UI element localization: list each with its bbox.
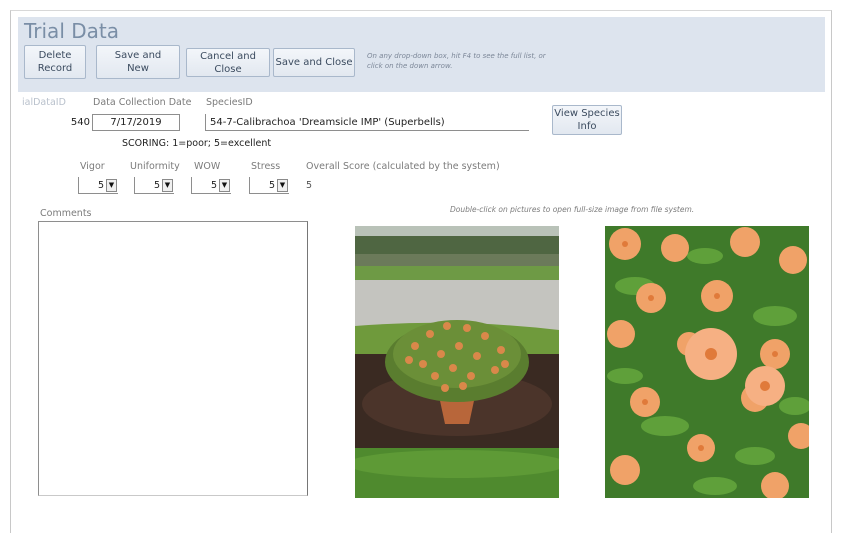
- plant-photo-potted[interactable]: [355, 226, 559, 498]
- species-label: SpeciesID: [206, 97, 253, 108]
- comments-label: Comments: [40, 208, 92, 219]
- chevron-down-icon[interactable]: ▼: [106, 178, 117, 192]
- chevron-down-icon[interactable]: ▼: [277, 178, 288, 192]
- overall-score-label: Overall Score (calculated by the system): [306, 161, 500, 172]
- vigor-label: Vigor: [80, 161, 105, 172]
- stress-dropdown[interactable]: 5 ▼: [249, 177, 289, 194]
- cancel-and-close-button[interactable]: Cancel and Close: [186, 48, 270, 77]
- trial-id-field[interactable]: 540: [40, 114, 92, 131]
- vigor-dropdown[interactable]: 5 ▼: [78, 177, 118, 194]
- wow-value: 5: [210, 179, 217, 191]
- overall-score-value: 5: [306, 180, 313, 191]
- save-and-new-button[interactable]: Save and New: [96, 45, 180, 79]
- delete-record-button[interactable]: Delete Record: [24, 45, 86, 79]
- stress-label: Stress: [251, 161, 281, 172]
- stress-value: 5: [268, 179, 275, 191]
- comments-field[interactable]: [38, 221, 308, 496]
- potted-plant-image: [355, 226, 559, 498]
- plant-photo-closeup[interactable]: [605, 226, 809, 498]
- trial-id-label: ialDataID: [22, 97, 66, 108]
- species-field[interactable]: 54-7-Calibrachoa 'Dreamsicle IMP' (Super…: [205, 114, 529, 131]
- save-and-close-button[interactable]: Save and Close: [273, 48, 355, 77]
- vigor-value: 5: [97, 179, 104, 191]
- uniformity-dropdown[interactable]: 5 ▼: [134, 177, 174, 194]
- pictures-hint: Double-click on pictures to open full-si…: [450, 205, 695, 214]
- uniformity-label: Uniformity: [130, 161, 180, 172]
- wow-dropdown[interactable]: 5 ▼: [191, 177, 231, 194]
- date-field[interactable]: 7/17/2019: [92, 114, 180, 131]
- form-header: Trial Data Delete Record Save and New Ca…: [18, 17, 825, 92]
- form-title: Trial Data: [24, 19, 119, 43]
- scoring-legend: SCORING: 1=poor; 5=excellent: [122, 138, 272, 149]
- dropdown-hint: On any drop-down box, hit F4 to see the …: [367, 52, 546, 70]
- view-species-info-button[interactable]: View Species Info: [552, 105, 622, 135]
- wow-label: WOW: [194, 161, 221, 172]
- chevron-down-icon[interactable]: ▼: [162, 178, 173, 192]
- chevron-down-icon[interactable]: ▼: [219, 178, 230, 192]
- closeup-plant-image: [605, 226, 809, 498]
- uniformity-value: 5: [153, 179, 160, 191]
- date-label: Data Collection Date: [93, 97, 192, 108]
